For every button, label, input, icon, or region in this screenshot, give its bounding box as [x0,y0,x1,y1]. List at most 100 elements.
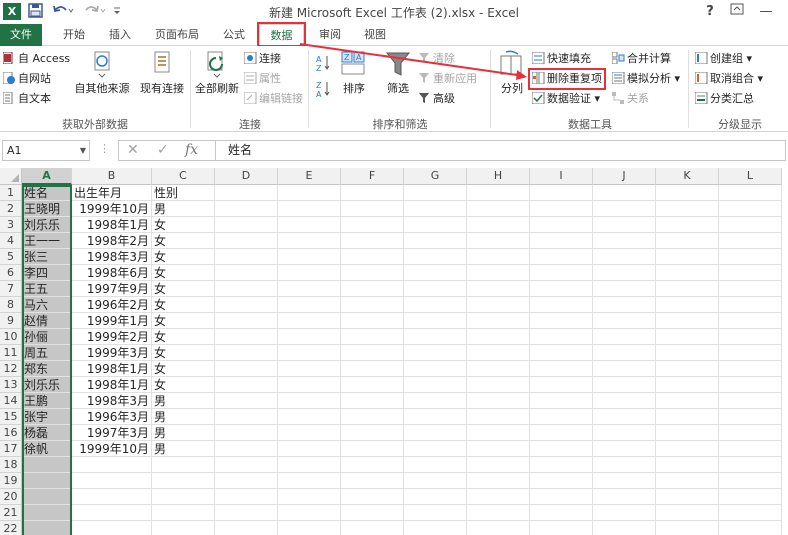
cell[interactable] [215,473,278,489]
cell[interactable] [530,473,593,489]
relationships-button[interactable]: 关系 [612,90,649,108]
cell[interactable]: 1999年3月 [72,345,152,361]
cell[interactable] [278,473,341,489]
cell[interactable] [278,505,341,521]
cell[interactable] [593,217,656,233]
cell[interactable] [72,489,152,505]
cell[interactable]: 女 [152,377,215,393]
row-header[interactable]: 14 [0,393,22,409]
cell[interactable] [467,457,530,473]
select-all-button[interactable] [0,168,22,185]
refresh-all-button[interactable]: 全部刷新 [193,50,241,96]
row-header[interactable]: 21 [0,505,22,521]
cell[interactable] [656,329,719,345]
cell[interactable] [593,457,656,473]
tab-page-layout[interactable]: 页面布局 [148,24,206,46]
cell[interactable]: 孙俪 [22,329,72,345]
cell[interactable] [719,377,782,393]
cell[interactable] [215,393,278,409]
cell[interactable]: 女 [152,345,215,361]
cell[interactable] [341,281,404,297]
cell[interactable] [404,313,467,329]
help-button[interactable]: ? [700,3,720,21]
cell[interactable] [467,505,530,521]
cell[interactable] [656,505,719,521]
cell[interactable] [215,361,278,377]
cell[interactable] [467,329,530,345]
cell[interactable] [719,345,782,361]
cell[interactable] [593,521,656,535]
row-header[interactable]: 18 [0,457,22,473]
cell[interactable]: 女 [152,281,215,297]
from-access-button[interactable]: 自 Access [2,50,70,68]
spreadsheet-grid[interactable]: A B C D E F G H I J K L 1 姓名 出生年月 性别 2 王晓明 1999年10月男 3 刘乐乐 19… [0,168,788,535]
cell[interactable] [656,233,719,249]
data-validation-button[interactable]: 数据验证 ▾ [531,90,600,108]
cell[interactable] [719,201,782,217]
from-web-button[interactable]: 自网站 [2,70,51,88]
cell[interactable] [152,473,215,489]
cell[interactable] [719,217,782,233]
column-header-l[interactable]: L [719,168,782,185]
cell[interactable] [593,361,656,377]
column-header-f[interactable]: F [341,168,404,185]
cell[interactable] [719,505,782,521]
cell[interactable] [22,505,72,521]
cell[interactable]: 王晓明 [22,201,72,217]
cell[interactable] [341,521,404,535]
cell[interactable] [656,361,719,377]
cell[interactable] [593,345,656,361]
cell[interactable]: 王一一 [22,233,72,249]
cell[interactable] [656,345,719,361]
cell[interactable] [152,521,215,535]
cell[interactable] [404,473,467,489]
column-header-a[interactable]: A [22,168,72,185]
column-header-c[interactable]: C [152,168,215,185]
sort-az-button[interactable]: AZ [316,54,332,76]
cell[interactable] [341,361,404,377]
row-header[interactable]: 2 [0,201,22,217]
cell[interactable] [341,489,404,505]
cell[interactable] [404,329,467,345]
cell[interactable] [656,521,719,535]
text-to-columns-button[interactable]: 分列 [495,50,529,96]
customize-icon[interactable] [112,3,122,21]
cell[interactable]: 张宇 [22,409,72,425]
from-text-button[interactable]: 自文本 [2,90,51,108]
cell[interactable]: 王鹏 [22,393,72,409]
tab-view[interactable]: 视图 [355,24,395,46]
cell[interactable] [404,393,467,409]
minimize-button[interactable]: — [756,3,776,21]
cell[interactable] [278,393,341,409]
cell[interactable] [467,281,530,297]
cell[interactable]: 1999年10月 [72,201,152,217]
cell[interactable] [278,345,341,361]
row-header[interactable]: 17 [0,441,22,457]
cell[interactable] [215,489,278,505]
cell[interactable] [278,313,341,329]
cell[interactable] [152,489,215,505]
cell[interactable] [467,233,530,249]
cell[interactable] [656,201,719,217]
cell[interactable] [530,425,593,441]
cell[interactable] [341,217,404,233]
cell[interactable] [593,409,656,425]
cell[interactable] [278,329,341,345]
cell[interactable] [215,249,278,265]
cell[interactable]: 李四 [22,265,72,281]
cell[interactable] [404,505,467,521]
cell[interactable] [404,217,467,233]
cell[interactable]: 刘乐乐 [22,377,72,393]
cell[interactable]: 女 [152,217,215,233]
cell[interactable]: 郑东 [22,361,72,377]
cell[interactable] [530,409,593,425]
cell[interactable] [152,505,215,521]
cell[interactable] [719,297,782,313]
cell[interactable] [593,249,656,265]
cell[interactable]: 1998年2月 [72,233,152,249]
flash-fill-button[interactable]: 快速填充 [531,50,591,68]
cell[interactable] [278,217,341,233]
cell[interactable] [593,425,656,441]
cell[interactable] [719,409,782,425]
column-header-g[interactable]: G [404,168,467,185]
